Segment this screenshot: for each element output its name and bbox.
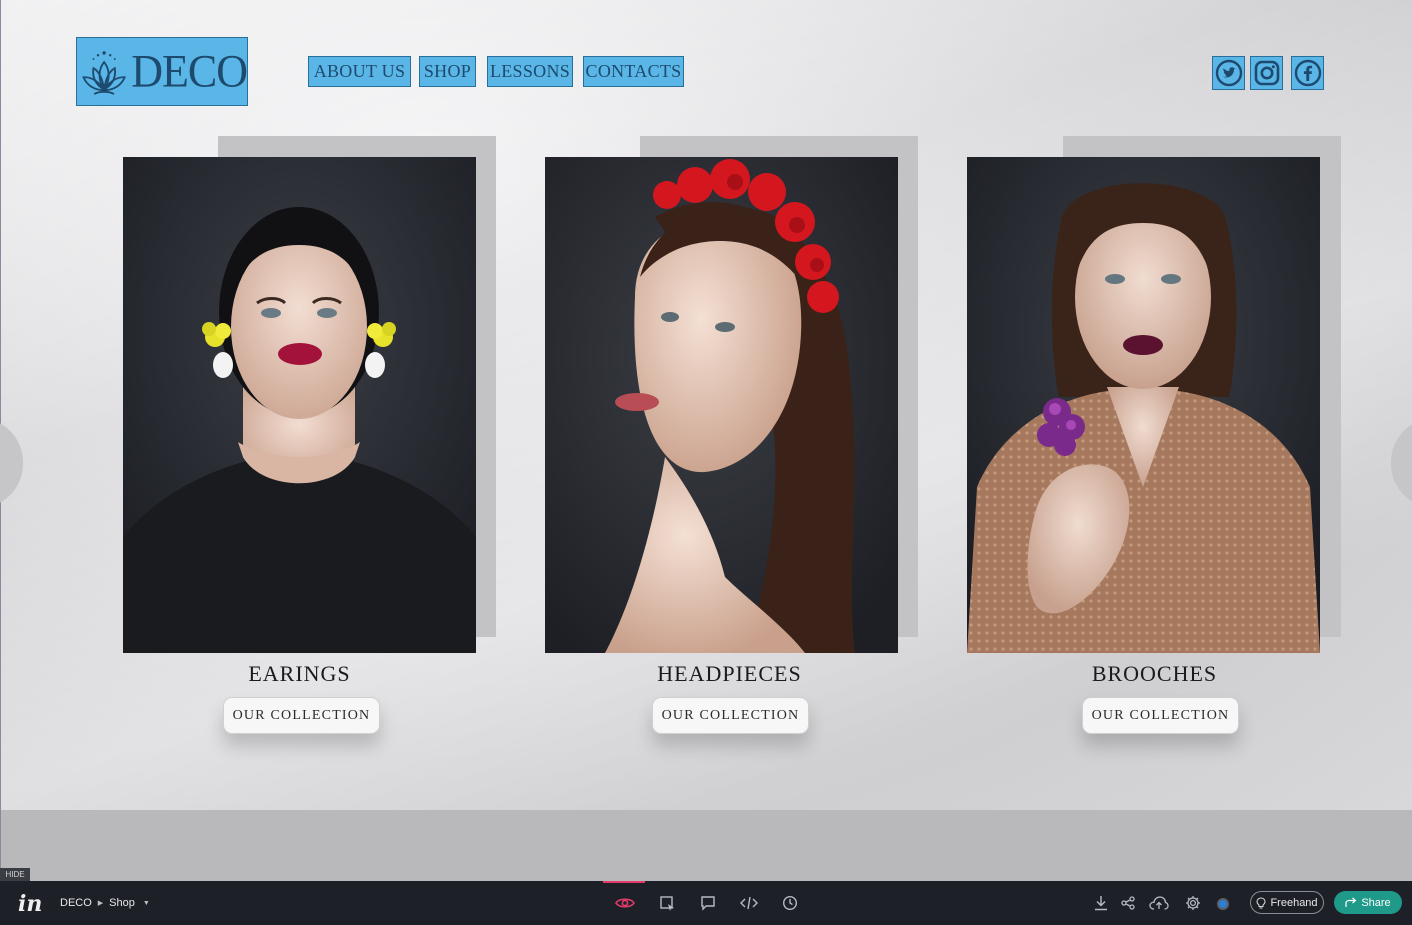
- breadcrumb-project[interactable]: DECO: [60, 897, 92, 909]
- logo-text: DECO: [131, 45, 248, 97]
- social-instagram[interactable]: [1250, 56, 1283, 90]
- breadcrumb-screen[interactable]: Shop: [109, 897, 135, 909]
- logo-hotspot[interactable]: DECO: [76, 37, 248, 106]
- lightbulb-icon: [1256, 896, 1266, 908]
- preview-eye-icon[interactable]: [615, 893, 635, 913]
- facebook-icon: [1294, 59, 1321, 87]
- model-earrings-image: [123, 157, 476, 653]
- comment-icon[interactable]: [698, 893, 718, 913]
- card-title-earrings: EARINGS: [248, 661, 351, 686]
- social-twitter[interactable]: [1212, 56, 1245, 90]
- nav-shop[interactable]: SHOP: [419, 56, 476, 87]
- share-arrow-icon: [1345, 897, 1357, 907]
- invision-logo-icon[interactable]: in: [18, 891, 42, 917]
- chevron-down-icon[interactable]: ▼: [143, 900, 150, 907]
- hide-toolbar-toggle[interactable]: HIDE: [0, 868, 30, 881]
- history-icon[interactable]: [780, 893, 800, 913]
- settings-icon[interactable]: [1183, 893, 1203, 913]
- photo-headpieces: [545, 157, 898, 653]
- carousel-prev-arrow[interactable]: [0, 418, 23, 508]
- model-headpiece-image: [545, 157, 898, 653]
- photo-earrings: [123, 157, 476, 653]
- breadcrumb: DECO ▶ Shop ▼: [60, 897, 150, 909]
- share-nodes-icon[interactable]: [1118, 893, 1138, 913]
- freehand-label: Freehand: [1270, 896, 1318, 909]
- nav-contacts[interactable]: CONTACTS: [583, 56, 684, 87]
- inspect-icon[interactable]: [657, 893, 677, 913]
- cloud-upload-icon[interactable]: [1149, 893, 1169, 913]
- our-collection-button-earrings[interactable]: OUR COLLECTION: [223, 697, 380, 734]
- code-icon[interactable]: [739, 893, 759, 913]
- lotus-icon: [82, 50, 126, 95]
- card-title-headpieces: HEADPIECES: [657, 661, 802, 686]
- photo-brooches: [967, 157, 1320, 653]
- nav-about-us[interactable]: ABOUT US: [308, 56, 411, 87]
- nav-lessons[interactable]: LESSONS: [487, 56, 573, 87]
- download-icon[interactable]: [1091, 893, 1111, 913]
- canvas-lower-band: [0, 810, 1412, 881]
- share-button[interactable]: Share: [1334, 891, 1402, 914]
- our-collection-button-brooches[interactable]: OUR COLLECTION: [1082, 697, 1239, 734]
- freehand-button[interactable]: Freehand: [1250, 891, 1324, 914]
- active-mode-indicator: [603, 881, 645, 883]
- card-title-brooches: BROOCHES: [1091, 661, 1218, 686]
- prototype-toolbar: in DECO ▶ Shop ▼ Freehand Share: [0, 881, 1412, 925]
- our-collection-button-headpieces[interactable]: OUR COLLECTION: [652, 697, 809, 734]
- twitter-icon: [1215, 59, 1242, 87]
- prototype-canvas: DECO ABOUT US SHOP LESSONS CONTACTS EARI…: [0, 0, 1412, 810]
- share-label: Share: [1361, 896, 1391, 909]
- model-brooch-image: [967, 157, 1320, 653]
- user-status-dot[interactable]: [1217, 898, 1229, 910]
- social-facebook[interactable]: [1291, 56, 1324, 90]
- instagram-icon: [1254, 60, 1279, 86]
- carousel-next-arrow[interactable]: [1391, 418, 1412, 508]
- breadcrumb-separator-icon: ▶: [97, 900, 104, 907]
